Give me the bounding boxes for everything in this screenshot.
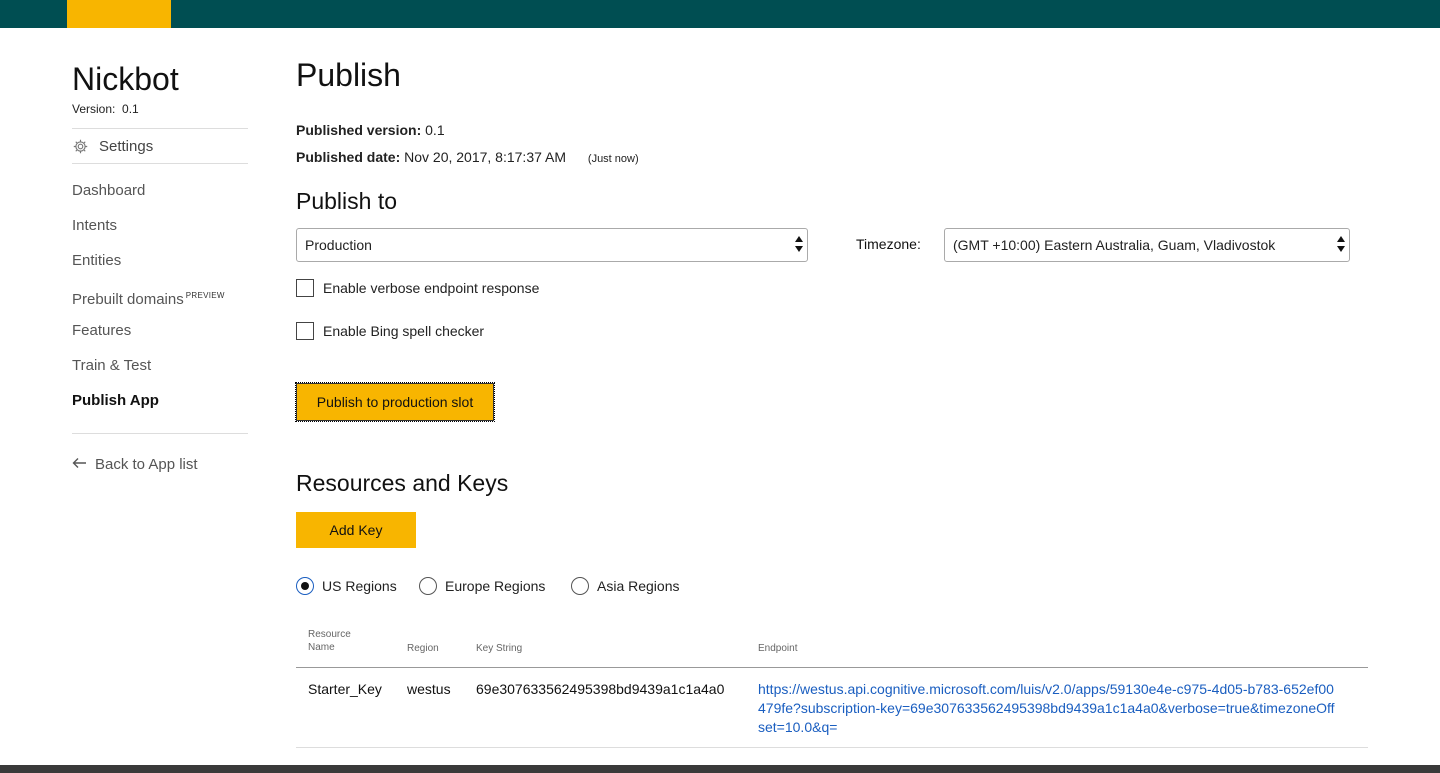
published-version-row: Published version: 0.1 <box>296 117 1368 144</box>
sidebar-nav: Dashboard Intents Entities Prebuilt doma… <box>72 182 248 427</box>
app-version: Version: 0.1 <box>72 102 248 116</box>
back-to-app-list-link[interactable]: Back to App list <box>72 456 248 473</box>
europe-regions-label: Europe Regions <box>445 578 546 594</box>
sidebar: Nickbot Version: 0.1 Settings Dashboard … <box>72 60 248 473</box>
published-date-label: Published date: <box>296 149 401 165</box>
arrow-left-icon <box>72 456 87 473</box>
select-arrows-icon <box>795 236 803 252</box>
publish-info: Published version: 0.1 Published date: N… <box>296 117 1368 173</box>
window-bottom-edge <box>0 765 1440 773</box>
region-option-asia: Asia Regions <box>571 577 680 595</box>
published-version-label: Published version: <box>296 122 422 138</box>
sidebar-item-train-test[interactable]: Train & Test <box>72 357 248 392</box>
published-date-relative: (Just now) <box>587 153 639 165</box>
region-option-us: US Regions <box>296 577 397 595</box>
published-version-value: 0.1 <box>425 122 445 138</box>
sidebar-divider <box>72 433 248 434</box>
published-date-row: Published date: Nov 20, 2017, 8:17:37 AM… <box>296 144 1368 173</box>
table-row-divider <box>296 747 1368 748</box>
timezone-select-value: (GMT +10:00) Eastern Australia, Guam, Vl… <box>953 237 1276 253</box>
table-header-resource-name: Resource Name <box>308 629 351 653</box>
preview-badge: PREVIEW <box>185 291 225 300</box>
settings-label: Settings <box>99 137 154 155</box>
verbose-label: Enable verbose endpoint response <box>323 280 540 296</box>
top-nav-active-tab[interactable] <box>67 0 171 28</box>
region-cell: westus <box>407 681 451 697</box>
bing-spell-label: Enable Bing spell checker <box>323 323 485 339</box>
timezone-select[interactable]: (GMT +10:00) Eastern Australia, Guam, Vl… <box>944 228 1350 262</box>
region-option-europe: Europe Regions <box>419 577 545 595</box>
top-nav-bar <box>0 0 1440 28</box>
us-regions-label: US Regions <box>322 578 397 594</box>
sidebar-divider <box>72 163 248 164</box>
verbose-checkbox[interactable] <box>296 279 314 297</box>
app-name: Nickbot <box>72 61 179 97</box>
sidebar-item-publish-app[interactable]: Publish App <box>72 392 248 427</box>
bing-spell-checkbox[interactable] <box>296 322 314 340</box>
publish-production-button[interactable]: Publish to production slot <box>295 382 495 422</box>
page-title: Publish <box>296 57 401 93</box>
sidebar-item-intents[interactable]: Intents <box>72 217 248 252</box>
us-regions-radio[interactable] <box>296 577 314 595</box>
sidebar-item-dashboard[interactable]: Dashboard <box>72 182 248 217</box>
back-label: Back to App list <box>95 456 198 473</box>
europe-regions-radio[interactable] <box>419 577 437 595</box>
verbose-option: Enable verbose endpoint response <box>296 279 539 297</box>
sidebar-item-features[interactable]: Features <box>72 322 248 357</box>
published-date-value: Nov 20, 2017, 8:17:37 AM <box>404 149 567 165</box>
bing-spell-option: Enable Bing spell checker <box>296 322 484 340</box>
sidebar-item-entities[interactable]: Entities <box>72 252 248 287</box>
resources-keys-heading: Resources and Keys <box>296 470 509 496</box>
settings-link[interactable]: Settings <box>72 129 248 163</box>
add-key-button[interactable]: Add Key <box>296 512 416 548</box>
select-arrows-icon <box>1337 236 1345 252</box>
resource-name-cell: Starter_Key <box>308 681 382 697</box>
main-content: Publish Published version: 0.1 Published… <box>296 55 1368 173</box>
timezone-label: Timezone: <box>856 236 921 252</box>
sidebar-item-prebuilt-domains[interactable]: Prebuilt domains PREVIEW <box>72 287 248 322</box>
table-header-divider <box>296 667 1368 668</box>
slot-select-value: Production <box>305 237 372 253</box>
version-value: 0.1 <box>122 102 139 116</box>
asia-regions-label: Asia Regions <box>597 578 680 594</box>
table-header-region: Region <box>407 643 439 654</box>
asia-regions-radio[interactable] <box>571 577 589 595</box>
radio-selected-dot <box>301 582 309 590</box>
table-header-key-string: Key String <box>476 643 523 654</box>
version-label: Version: <box>72 102 116 116</box>
table-header-endpoint: Endpoint <box>758 643 798 654</box>
publish-to-heading: Publish to <box>296 188 398 214</box>
endpoint-link[interactable]: https://westus.api.cognitive.microsoft.c… <box>758 680 1338 737</box>
key-string-cell[interactable]: 69e307633562495398bd9439a1c1a4a0 <box>476 681 724 697</box>
slot-select[interactable]: Production <box>296 228 808 262</box>
gear-icon <box>72 138 89 155</box>
